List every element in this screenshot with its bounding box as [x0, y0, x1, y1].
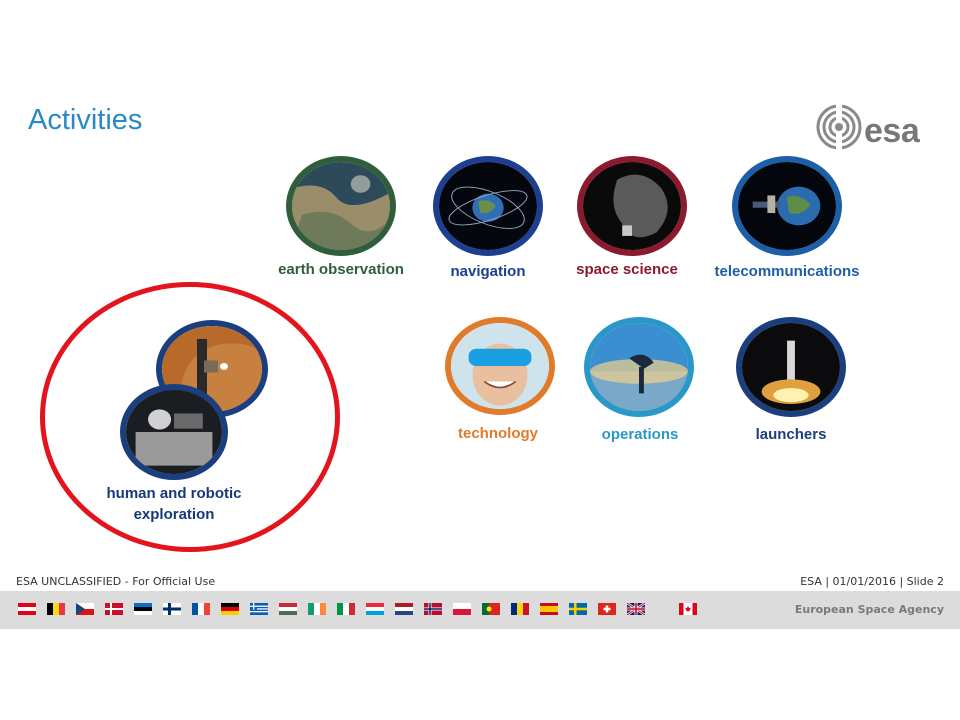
- flag-finland-icon: [163, 603, 181, 615]
- flag-netherlands-icon: [395, 603, 413, 615]
- agency-name: European Space Agency: [794, 603, 944, 616]
- label-line-1: human and robotic: [106, 485, 242, 502]
- flag-italy-icon: [337, 603, 355, 615]
- flag-estonia-icon: [134, 603, 152, 615]
- label-telecommunications: telecommunications: [714, 263, 860, 280]
- flag-canada-icon: [679, 603, 697, 615]
- flag-czech-icon: [76, 603, 94, 615]
- esa-logo: esa: [816, 104, 946, 156]
- slide-title: Activities: [28, 104, 143, 136]
- slide-info: ESA | 01/01/2016 | Slide 2: [800, 575, 944, 588]
- label-launchers: launchers: [755, 426, 827, 443]
- flag-luxembourg-icon: [366, 603, 384, 615]
- label-operations: operations: [601, 426, 679, 443]
- launchers-image[interactable]: [736, 317, 846, 417]
- space-science-image[interactable]: [577, 156, 687, 256]
- slide: Activities esa earth observation navigat…: [0, 88, 960, 630]
- label-navigation: navigation: [450, 263, 526, 280]
- flag-uk-icon: [627, 603, 645, 615]
- flag-romania-icon: [511, 603, 529, 615]
- flag-portugal-icon: [482, 603, 500, 615]
- classification-text: ESA UNCLASSIFIED - For Official Use: [16, 575, 216, 588]
- footer-bar: European Space Agency: [0, 591, 960, 629]
- label-line-2: exploration: [133, 506, 215, 523]
- flag-hungary-icon: [279, 603, 297, 615]
- flag-poland-icon: [453, 603, 471, 615]
- flag-denmark-icon: [105, 603, 123, 615]
- flag-austria-icon: [18, 603, 36, 615]
- esa-logo-text: esa: [864, 112, 920, 150]
- label-space-science: space science: [576, 261, 678, 278]
- flag-greece-icon: [250, 603, 268, 615]
- label-human-robotic-exploration: human and robotic exploration: [107, 483, 242, 525]
- member-flags: [18, 603, 697, 615]
- label-earth-observation: earth observation: [278, 261, 404, 278]
- earth-observation-image[interactable]: [286, 156, 396, 256]
- flag-switzerland-icon: [598, 603, 616, 615]
- flag-germany-icon: [221, 603, 239, 615]
- label-technology: technology: [457, 425, 539, 442]
- telecommunications-image[interactable]: [732, 156, 842, 256]
- flag-norway-icon: [424, 603, 442, 615]
- navigation-image[interactable]: [433, 156, 543, 256]
- flag-sweden-icon: [569, 603, 587, 615]
- iss-exploration-image[interactable]: [120, 384, 228, 480]
- flag-france-icon: [192, 603, 210, 615]
- technology-image[interactable]: [445, 317, 555, 415]
- flag-ireland-icon: [308, 603, 326, 615]
- operations-image[interactable]: [584, 317, 694, 417]
- flag-belgium-icon: [47, 603, 65, 615]
- flag-spain-icon: [540, 603, 558, 615]
- esa-logo-icon: [816, 104, 862, 150]
